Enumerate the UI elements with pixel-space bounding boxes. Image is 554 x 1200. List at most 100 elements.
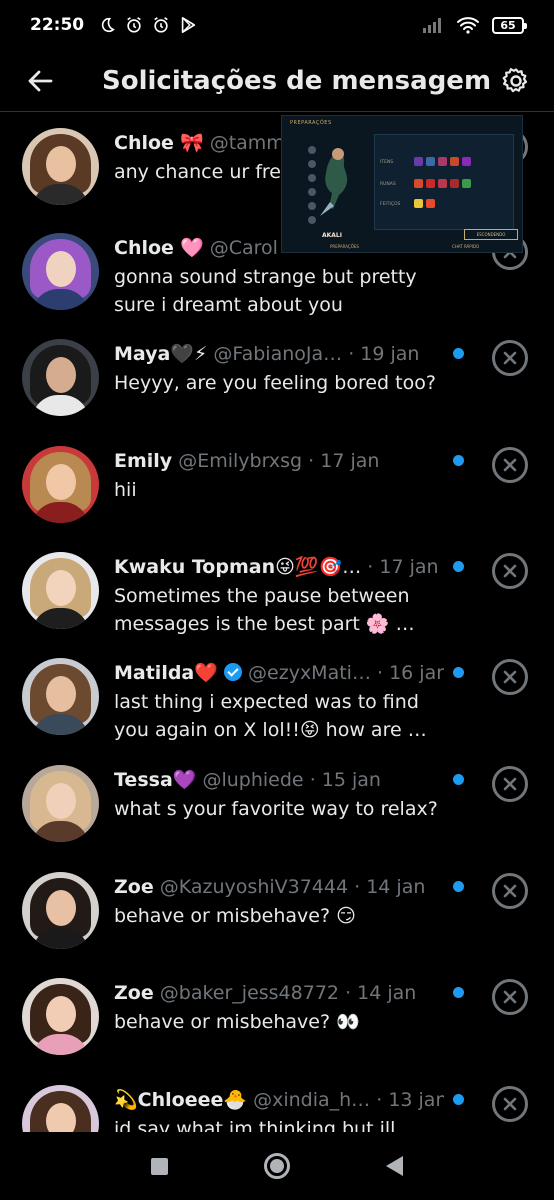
close-icon [503,458,517,472]
message-preview: behave or misbehave? 👀 [114,1011,360,1033]
user-handle: @luphiede [202,769,304,791]
game-overlay-window[interactable]: PREPARAÇÕES ITENS RUNAS FEITIÇOS AKALI E… [281,115,523,253]
name-emoji: 🐣 [223,1089,248,1111]
dismiss-button[interactable] [492,766,528,802]
unread-indicator [453,348,464,359]
overlay-row-label: ITENS [380,160,394,165]
list-item[interactable]: Tessa💜 @luphiede · 15 jan what s your fa… [0,753,554,859]
status-notification-icons [98,16,197,34]
overlay-footer-right: CHAT RÁPIDO [452,244,480,249]
unread-indicator [453,561,464,572]
overlay-action-button[interactable]: ESCONDENDO [464,229,518,240]
battery-icon: 65 [492,16,527,34]
unread-indicator [453,455,464,466]
name-emoji: ❤️ [194,662,218,684]
dismiss-button[interactable] [492,340,528,376]
champion-name: AKALI [322,232,342,239]
wifi-icon [457,17,479,34]
overlay-title: PREPARAÇÕES [290,120,332,126]
close-icon [503,564,517,578]
app-bar: Solicitações de mensagem [0,50,554,112]
status-bar: 22:50 65 [0,0,554,50]
user-handle: @tamm [209,132,285,154]
name-emoji: 🎀 [179,132,204,154]
overlay-footer-left: PREPARAÇÕES [330,244,359,249]
user-handle: @KazuyoshiV37444 [159,876,349,898]
avatar [22,872,99,949]
home-button[interactable] [264,1153,290,1179]
conversation-header: Zoe @KazuyoshiV37444 · 14 jan [114,874,444,900]
message-preview: what s your favorite way to relax? [114,798,438,820]
display-name: Zoe [114,982,154,1004]
conversation-header: Emily @Emilybrxsg · 17 jan [114,448,444,474]
message-date: · 19 jan [348,343,420,365]
name-emoji: 💫 [114,1089,138,1111]
user-handle: @ezyxMati… [248,662,371,684]
recents-button[interactable] [151,1157,168,1175]
display-name: Maya [114,343,171,365]
display-name: Zoe [114,876,154,898]
name-emoji: 🖤⚡ [170,343,208,365]
avatar [22,233,99,310]
system-nav-bar [0,1132,554,1200]
system-back-button[interactable] [386,1156,403,1176]
message-preview: behave or misbehave? 😏 [114,905,356,927]
avatar [22,978,99,1055]
unread-indicator [453,667,464,678]
overlay-items [414,157,471,166]
unread-indicator [453,987,464,998]
settings-button[interactable] [496,61,536,101]
list-item[interactable]: Kwaku Topman😜💯🎯… · 17 jan Sometimes the … [0,540,554,646]
display-name: Chloe [114,132,174,154]
message-date: · 17 jan [367,556,439,578]
page-title: Solicitações de mensagem [102,65,492,96]
list-item[interactable]: Zoe @KazuyoshiV37444 · 14 jan behave or … [0,860,554,966]
message-preview: Heyyy, are you feeling bored too? [114,372,436,394]
list-item[interactable]: Matilda❤️ @ezyxMati… · 16 jan last thing… [0,646,554,752]
moon-icon [102,17,115,32]
dismiss-button[interactable] [492,659,528,695]
signal-icon [423,18,441,33]
status-system-icons: 65 [422,16,527,34]
dismiss-button[interactable] [492,979,528,1015]
close-icon [503,1097,517,1111]
home-icon [270,1159,284,1173]
close-icon [503,351,517,365]
close-icon [503,990,517,1004]
play-store-icon [181,16,196,34]
avatar [22,658,99,735]
conversation-header: Tessa💜 @luphiede · 15 jan [114,767,444,793]
user-handle: @xindia_h… [253,1089,371,1111]
message-date: · 17 jan [308,450,380,472]
message-preview: hii [114,479,137,501]
arrow-left-icon [28,70,53,91]
dismiss-button[interactable] [492,1086,528,1122]
verified-badge-icon [223,663,242,681]
list-item[interactable]: Maya🖤⚡ @FabianoJa… · 19 jan Heyyy, are y… [0,327,554,433]
dismiss-button[interactable] [492,553,528,589]
conversation-header: 💫Chloeee🐣 @xindia_h… · 13 jan [114,1087,444,1113]
user-handle: @Carol [209,237,278,259]
champion-figure [308,146,348,224]
overlay-spells [414,199,435,208]
back-button[interactable] [20,61,60,101]
display-name: Chloeee [137,1089,224,1111]
display-name: Tessa [114,769,173,791]
dismiss-button[interactable] [492,447,528,483]
message-preview: gonna sound strange but pretty sure i dr… [114,266,417,316]
display-name: Matilda [114,662,195,684]
name-emoji: 🩷 [179,237,204,259]
list-item[interactable]: Zoe @baker_jess48772 · 14 jan behave or … [0,966,554,1072]
list-item[interactable]: Emily @Emilybrxsg · 17 jan hii [0,434,554,540]
avatar [22,552,99,629]
gear-icon [502,67,528,92]
unread-indicator [453,881,464,892]
name-emoji: 💜 [172,769,197,791]
message-requests-list: Chloe 🎀 @tamm any chance ur fre Chloe 🩷 … [0,112,554,1132]
display-name: Chloe [114,237,174,259]
user-handle: @Emilybrxsg [178,450,303,472]
conversation-header: Kwaku Topman😜💯🎯… · 17 jan [114,554,444,580]
dismiss-button[interactable] [492,873,528,909]
message-date: · 14 jan [354,876,426,898]
list-item[interactable]: 💫Chloeee🐣 @xindia_h… · 13 jan id say wha… [0,1073,554,1132]
